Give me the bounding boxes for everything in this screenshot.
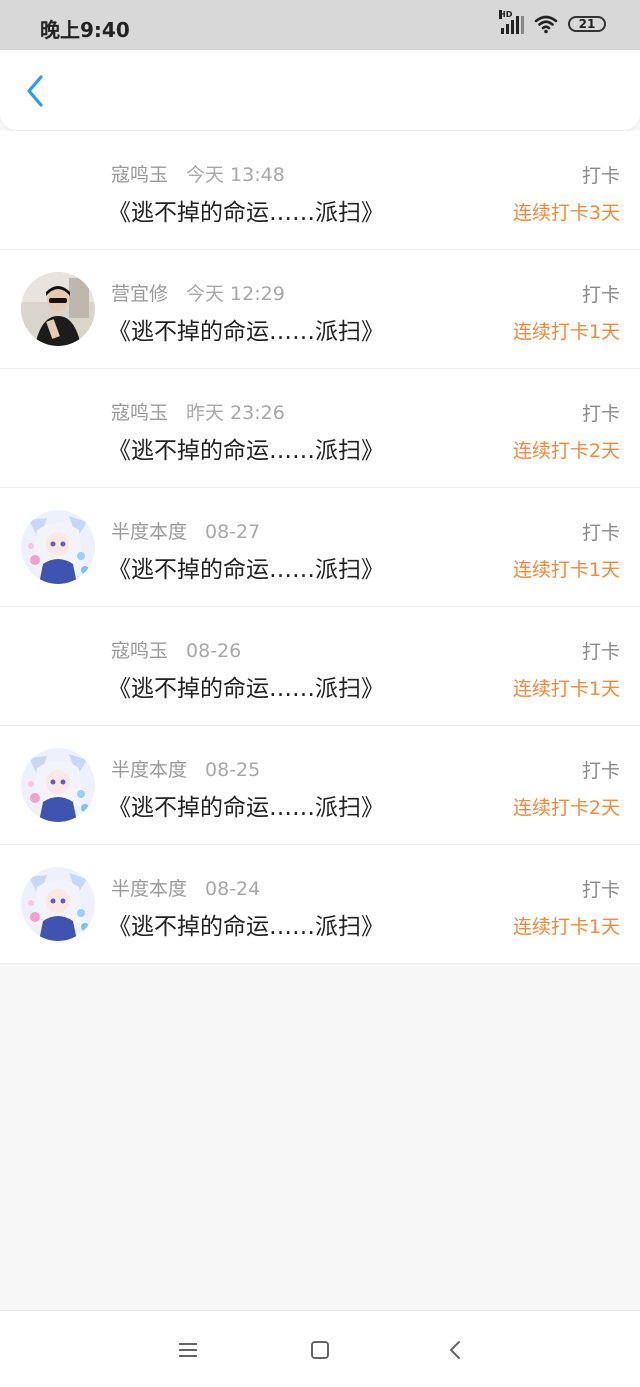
checkin-list: 寇鸣玉 今天 13:48 《逃不掉的命运……派扫》 打卡 连续打卡3天 营宜修 今天 12… bbox=[0, 131, 640, 964]
user-name[interactable]: 半度本度 bbox=[111, 759, 187, 781]
item-meta: 寇鸣玉 昨天 23:26 bbox=[111, 398, 285, 425]
avatar[interactable] bbox=[21, 272, 95, 346]
back-triangle-icon bbox=[450, 1341, 460, 1359]
home-button[interactable] bbox=[305, 1335, 335, 1365]
item-title[interactable]: 《逃不掉的命运……派扫》 bbox=[108, 788, 384, 822]
system-back-button[interactable] bbox=[440, 1335, 470, 1365]
item-title[interactable]: 《逃不掉的命运……派扫》 bbox=[108, 312, 384, 346]
chevron-left-icon bbox=[27, 75, 43, 107]
status-bar: 晚上9:40 HD 21 bbox=[0, 0, 640, 50]
checkin-label: 打卡 bbox=[581, 165, 620, 187]
list-item[interactable]: 营宜修 今天 12:29 《逃不掉的命运……派扫》 打卡连续打卡1天 bbox=[0, 250, 640, 369]
post-time: 08-27 bbox=[205, 521, 261, 543]
status-time: 晚上9:40 bbox=[40, 18, 130, 42]
item-meta: 半度本度 08-24 bbox=[111, 874, 260, 901]
item-title[interactable]: 《逃不掉的命运……派扫》 bbox=[108, 431, 384, 465]
checkin-label: 打卡 bbox=[581, 284, 620, 306]
checkin-label: 打卡 bbox=[581, 760, 620, 782]
item-meta: 半度本度 08-27 bbox=[111, 517, 260, 544]
list-item[interactable]: 寇鸣玉 昨天 23:26 《逃不掉的命运……派扫》 打卡连续打卡2天 bbox=[0, 369, 640, 488]
checkin-label: 打卡 bbox=[581, 641, 620, 663]
post-time: 今天 13:48 bbox=[186, 164, 285, 186]
item-meta: 半度本度 08-25 bbox=[111, 755, 260, 782]
checkin-label: 打卡 bbox=[581, 522, 620, 544]
user-name[interactable]: 半度本度 bbox=[111, 521, 187, 543]
item-meta: 寇鸣玉 08-26 bbox=[111, 636, 241, 663]
post-time: 今天 12:29 bbox=[186, 283, 285, 305]
user-name[interactable]: 寇鸣玉 bbox=[111, 640, 168, 662]
post-time: 08-25 bbox=[205, 759, 261, 781]
status-icons: HD 21 bbox=[499, 10, 606, 34]
checkin-label: 打卡 bbox=[581, 879, 620, 901]
signal-hd-icon: HD bbox=[499, 10, 524, 34]
menu-icon bbox=[179, 1343, 197, 1357]
item-title[interactable]: 《逃不掉的命运……派扫》 bbox=[108, 193, 384, 227]
battery-icon: 21 bbox=[568, 16, 606, 32]
post-time: 08-26 bbox=[186, 640, 242, 662]
user-name[interactable]: 营宜修 bbox=[111, 283, 168, 305]
system-nav-bar bbox=[0, 1310, 640, 1387]
streak-label: 连续打卡2天 bbox=[512, 440, 620, 462]
list-item[interactable]: 寇鸣玉 今天 13:48 《逃不掉的命运……派扫》 打卡连续打卡3天 bbox=[0, 131, 640, 250]
list-item[interactable]: 寇鸣玉 08-26 《逃不掉的命运……派扫》 打卡连续打卡1天 bbox=[0, 607, 640, 726]
post-time: 昨天 23:26 bbox=[186, 402, 285, 424]
list-item[interactable]: 半度本度 08-24 《逃不掉的命运……派扫》 打卡连续打卡1天 bbox=[0, 845, 640, 964]
user-name[interactable]: 寇鸣玉 bbox=[111, 402, 168, 424]
streak-label: 连续打卡1天 bbox=[512, 321, 620, 343]
checkin-label: 打卡 bbox=[581, 403, 620, 425]
avatar[interactable] bbox=[21, 748, 95, 822]
item-title[interactable]: 《逃不掉的命运……派扫》 bbox=[108, 907, 384, 941]
post-time: 08-24 bbox=[205, 878, 261, 900]
streak-label: 连续打卡1天 bbox=[512, 916, 620, 938]
user-name[interactable]: 寇鸣玉 bbox=[111, 164, 168, 186]
menu-button[interactable] bbox=[173, 1335, 203, 1365]
battery-level: 21 bbox=[578, 17, 596, 31]
app-bar bbox=[0, 50, 640, 130]
home-square-icon bbox=[311, 1341, 329, 1359]
item-meta: 寇鸣玉 今天 13:48 bbox=[111, 160, 285, 187]
streak-label: 连续打卡1天 bbox=[512, 678, 620, 700]
streak-label: 连续打卡3天 bbox=[512, 202, 620, 224]
user-name[interactable]: 半度本度 bbox=[111, 878, 187, 900]
streak-label: 连续打卡1天 bbox=[512, 559, 620, 581]
item-title[interactable]: 《逃不掉的命运……派扫》 bbox=[108, 669, 384, 703]
avatar[interactable] bbox=[21, 867, 95, 941]
list-item[interactable]: 半度本度 08-25 《逃不掉的命运……派扫》 打卡连续打卡2天 bbox=[0, 726, 640, 845]
wifi-icon bbox=[534, 15, 558, 34]
list-item[interactable]: 半度本度 08-27 《逃不掉的命运……派扫》 打卡连续打卡1天 bbox=[0, 488, 640, 607]
avatar[interactable] bbox=[21, 510, 95, 584]
streak-label: 连续打卡2天 bbox=[512, 797, 620, 819]
item-title[interactable]: 《逃不掉的命运……派扫》 bbox=[108, 550, 384, 584]
back-button[interactable] bbox=[18, 74, 52, 108]
item-meta: 营宜修 今天 12:29 bbox=[111, 279, 285, 306]
